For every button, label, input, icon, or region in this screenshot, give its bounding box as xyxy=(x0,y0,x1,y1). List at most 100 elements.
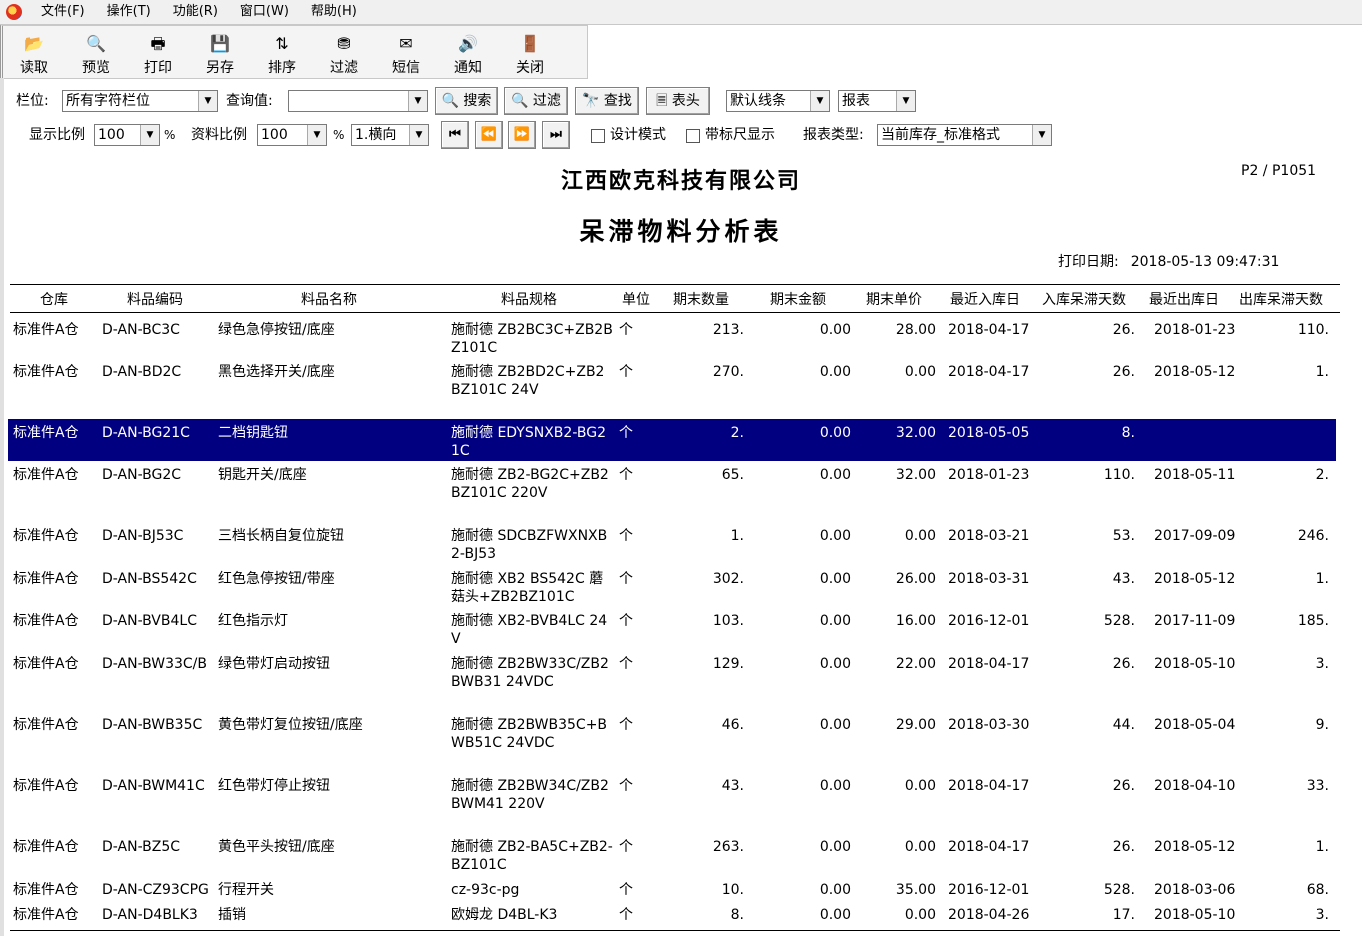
spec-cell: 施耐德 ZB2BWB35C+BWB51C 24VDC xyxy=(451,717,608,751)
read-button[interactable]: 📂 读取 xyxy=(3,26,65,78)
sms-button[interactable]: ✉ 短信 xyxy=(375,26,437,78)
unit-cell: 个 xyxy=(619,778,633,794)
print-button[interactable]: 🖶 打印 xyxy=(127,26,189,78)
table-row[interactable]: 标准件A仓 D-AN-BZ5C 黄色平头按钮/底座 施耐德 ZB2-BA5C+ZB2-… xyxy=(8,833,1336,876)
warehouse-cell: 标准件A仓 xyxy=(13,467,79,483)
prev-page-button[interactable]: ⏪ xyxy=(475,121,503,149)
price-cell: 0.00 xyxy=(904,364,936,380)
orientation-select[interactable]: 1.横向 ▼ xyxy=(351,124,429,146)
price-cell: 32.00 xyxy=(895,467,936,483)
table-row[interactable]: 标准件A仓 D-AN-BG21C 二档钥匙钮 施耐德 EDYSNXB2-BG21C 个 2… xyxy=(8,419,1336,461)
table-row[interactable]: 标准件A仓 D-AN-CZ93CPG 行程开关 cz-93c-pg 个 10. 0.00 35… xyxy=(8,876,1336,901)
table-row[interactable]: 标准件A仓 D-AN-BG2C 钥匙开关/底座 施耐德 ZB2-BG2C+ZB2BZ1… xyxy=(8,461,1336,522)
out-days-cell: 1. xyxy=(1315,839,1329,855)
last-out-cell: 2018-05-11 xyxy=(1154,467,1236,483)
find-button[interactable]: 🔭 查找 xyxy=(575,87,639,115)
last-in-cell: 2018-04-17 xyxy=(948,656,1030,672)
warehouse-cell: 标准件A仓 xyxy=(13,839,79,855)
chevron-down-icon: ▼ xyxy=(198,91,217,111)
table-row[interactable]: 标准件A仓 D-AN-BS542C 红色急停按钮/带座 施耐德 XB2 BS542C … xyxy=(8,565,1336,607)
query-input[interactable]: ▼ xyxy=(288,90,428,112)
in-days-cell: 17. xyxy=(1112,907,1135,923)
table-row[interactable]: 标准件A仓 D-AN-BD2C 黑色选择开关/底座 施耐德 ZB2BD2C+ZB2BZ… xyxy=(8,358,1336,419)
sort-az-icon: ⇅ xyxy=(275,34,289,53)
last-in-cell: 2018-03-31 xyxy=(948,571,1030,587)
amount-cell: 0.00 xyxy=(819,907,851,923)
table-row[interactable]: 标准件A仓 D-AN-D4BLK3 插销 欧姆龙 D4BL-K3 个 8. 0.00 0.00… xyxy=(8,901,1336,926)
unit-cell: 个 xyxy=(619,528,633,544)
warehouse-cell: 标准件A仓 xyxy=(13,613,79,629)
report-type-select[interactable]: 当前库存_标准格式 ▼ xyxy=(877,124,1052,146)
table-row[interactable]: 标准件A仓 D-AN-BVB4LC 红色指示灯 施耐德 XB2-BVB4LC 24V 个… xyxy=(8,607,1336,650)
last-page-button[interactable]: ⏭ xyxy=(542,121,570,149)
table-row[interactable]: 标准件A仓 D-AN-BWM41C 红色带灯停止按钮 施耐德 ZB2BW34C/ZB2… xyxy=(8,772,1336,833)
unit-cell: 个 xyxy=(619,882,633,898)
warehouse-cell: 标准件A仓 xyxy=(13,528,79,544)
price-cell: 28.00 xyxy=(895,322,936,338)
table-row[interactable]: 标准件A仓 D-AN-BC3C 绿色急停按钮/底座 施耐德 ZB2BC3C+ZB2BZ… xyxy=(8,316,1336,358)
first-page-button[interactable]: ⏮ xyxy=(441,121,469,149)
menu-bar: 文件(F) 操作(T) 功能(R) 窗口(W) 帮助(H) xyxy=(0,0,1362,25)
code-cell: D-AN-BG21C xyxy=(102,425,190,441)
amount-cell: 0.00 xyxy=(819,467,851,483)
data-ratio-select[interactable]: 100 ▼ xyxy=(257,124,327,146)
qty-cell: 213. xyxy=(712,322,744,338)
table-row[interactable]: 标准件A仓 D-AN-BJ53C 三档长柄自复位旋钮 施耐德 SDCBZFWXNXB2… xyxy=(8,522,1336,565)
amount-cell: 0.00 xyxy=(819,528,851,544)
name-cell: 黑色选择开关/底座 xyxy=(218,364,335,380)
name-cell: 二档钥匙钮 xyxy=(218,425,288,441)
table-row[interactable]: 标准件A仓 D-AN-BWB35C 黄色带灯复位按钮/底座 施耐德 ZB2BWB35C… xyxy=(8,711,1336,772)
table-row[interactable]: 标准件A仓 D-AN-BW33C/B 绿色带灯启动按钮 施耐德 ZB2BW33C/ZB… xyxy=(8,650,1336,711)
last-out-cell: 2018-03-06 xyxy=(1154,882,1236,898)
search-button[interactable]: 🔍 搜索 xyxy=(435,87,498,115)
in-days-cell: 26. xyxy=(1112,364,1135,380)
close-button[interactable]: 🚪 关闭 xyxy=(499,26,561,78)
in-days-cell: 26. xyxy=(1112,656,1135,672)
filter-query-button[interactable]: 🔍 过滤 xyxy=(504,87,568,115)
design-mode-checkbox[interactable] xyxy=(591,129,605,143)
menu-operation[interactable]: 操作(T) xyxy=(96,0,162,24)
last-in-cell: 2016-12-01 xyxy=(948,882,1030,898)
last-out-cell: 2017-11-09 xyxy=(1154,613,1236,629)
ruler-checkbox[interactable] xyxy=(686,129,700,143)
spec-cell: 施耐德 ZB2-BG2C+ZB2BZ101C 220V xyxy=(451,467,609,501)
price-cell: 16.00 xyxy=(895,613,936,629)
qty-cell: 1. xyxy=(730,528,744,544)
col-header-amount: 期末金额 xyxy=(770,292,826,308)
report-mode-select[interactable]: 报表 ▼ xyxy=(838,90,916,112)
qty-cell: 270. xyxy=(712,364,744,380)
preview-button[interactable]: 🔍 预览 xyxy=(65,26,127,78)
menu-help[interactable]: 帮助(H) xyxy=(300,0,368,24)
out-days-cell: 1. xyxy=(1315,571,1329,587)
out-days-cell: 33. xyxy=(1306,778,1329,794)
header-bottom-line xyxy=(10,312,1340,313)
menu-function[interactable]: 功能(R) xyxy=(162,0,229,24)
notify-button[interactable]: 🔊 通知 xyxy=(437,26,499,78)
spec-cell: 施耐德 XB2 BS542C 蘑菇头+ZB2BZ101C xyxy=(451,571,604,605)
exit-door-icon: 🚪 xyxy=(520,34,540,53)
last-out-cell: 2017-09-09 xyxy=(1154,528,1236,544)
qty-cell: 103. xyxy=(712,613,744,629)
menu-window[interactable]: 窗口(W) xyxy=(229,0,300,24)
in-days-cell: 528. xyxy=(1103,613,1135,629)
sort-button[interactable]: ⇅ 排序 xyxy=(251,26,313,78)
header-button[interactable]: 🗏 表头 xyxy=(646,87,710,115)
field-select[interactable]: 所有字符栏位 ▼ xyxy=(62,90,218,112)
in-days-cell: 43. xyxy=(1112,571,1135,587)
spec-cell: 施耐德 ZB2BD2C+ZB2BZ101C 24V xyxy=(451,364,605,398)
last-in-cell: 2018-04-26 xyxy=(948,907,1030,923)
spec-cell: 施耐德 ZB2-BA5C+ZB2-BZ101C xyxy=(451,839,613,873)
filter-button[interactable]: ⛃ 过滤 xyxy=(313,26,375,78)
in-days-cell: 44. xyxy=(1112,717,1135,733)
out-days-cell: 3. xyxy=(1315,656,1329,672)
next-page-button[interactable]: ⏩ xyxy=(508,121,536,149)
display-ratio-select[interactable]: 100 ▼ xyxy=(94,124,160,146)
app-logo-icon[interactable] xyxy=(6,4,22,20)
save-as-button[interactable]: 💾 另存 xyxy=(189,26,251,78)
line-style-select[interactable]: 默认线条 ▼ xyxy=(726,90,830,112)
name-cell: 黄色带灯复位按钮/底座 xyxy=(218,717,363,733)
menu-file[interactable]: 文件(F) xyxy=(30,0,96,24)
price-cell: 22.00 xyxy=(895,656,936,672)
out-days-cell: 2. xyxy=(1315,467,1329,483)
last-out-cell: 2018-05-10 xyxy=(1154,907,1236,923)
